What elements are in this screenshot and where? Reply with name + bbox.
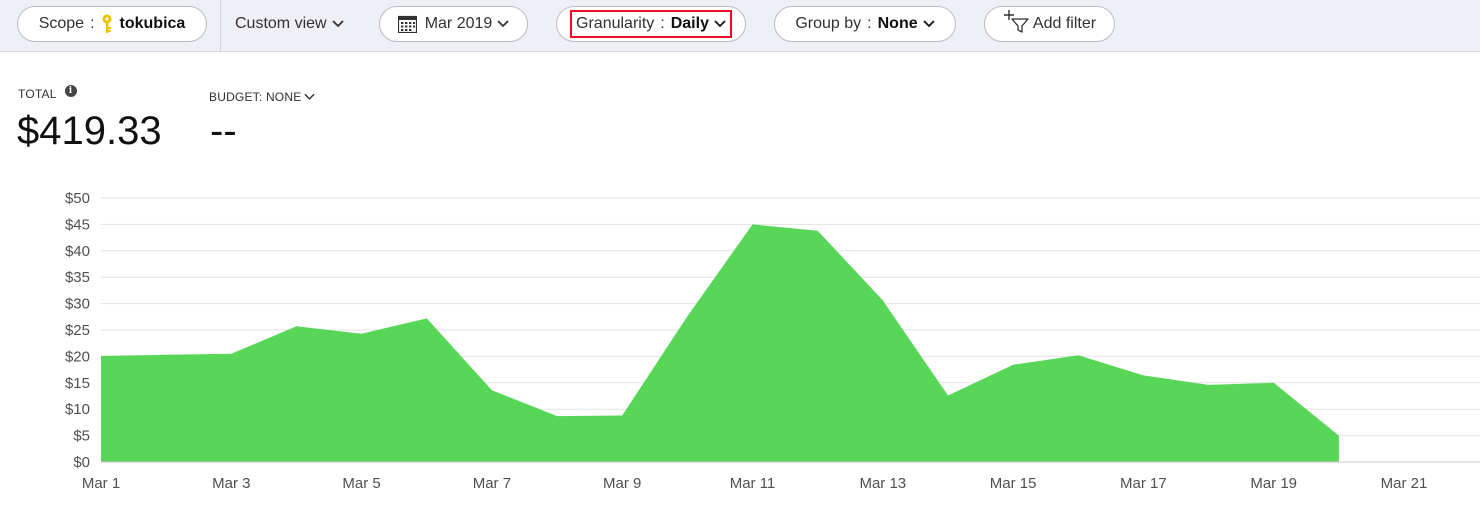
- chevron-down-icon: [922, 20, 935, 28]
- y-tick-label: $30: [65, 296, 90, 313]
- y-tick-label: $45: [65, 216, 90, 233]
- chevron-down-icon: [304, 93, 316, 100]
- x-tick-label: Mar 21: [1381, 475, 1428, 492]
- total-label: TOTAL i: [18, 85, 77, 101]
- x-tick-label: Mar 19: [1250, 475, 1297, 492]
- group-by-separator: :: [867, 15, 872, 32]
- date-picker-button[interactable]: Mar 2019: [379, 6, 528, 42]
- key-icon: [101, 14, 113, 34]
- info-icon[interactable]: i: [64, 85, 77, 97]
- y-tick-label: $50: [65, 190, 90, 207]
- group-by-button[interactable]: Group by : None: [774, 6, 956, 42]
- y-tick-label: $40: [65, 243, 90, 260]
- budget-dropdown[interactable]: BUDGET: NONE: [209, 90, 316, 104]
- granularity-button[interactable]: Granularity : Daily: [556, 6, 746, 42]
- budget-value: --: [210, 109, 237, 153]
- custom-view-button[interactable]: Custom view: [235, 6, 344, 42]
- scope-button[interactable]: Scope : tokubica: [17, 6, 207, 42]
- group-by-label: Group by: [795, 15, 862, 32]
- scope-label: Scope: [38, 15, 85, 32]
- granularity-value: Daily: [670, 15, 709, 32]
- total-label-text: TOTAL: [18, 87, 57, 101]
- x-tick-label: Mar 17: [1120, 475, 1167, 492]
- add-filter-label: Add filter: [1032, 15, 1097, 32]
- x-tick-label: Mar 11: [730, 475, 776, 492]
- granularity-label: Granularity: [576, 15, 655, 32]
- y-tick-label: $5: [73, 428, 90, 445]
- y-tick-label: $0: [73, 454, 90, 471]
- x-tick-label: Mar 7: [473, 475, 511, 492]
- x-tick-label: Mar 15: [990, 475, 1037, 492]
- x-tick-label: Mar 3: [212, 475, 250, 492]
- toolbar-divider: [220, 0, 221, 51]
- chevron-down-icon: [497, 20, 509, 28]
- y-tick-label: $10: [65, 401, 90, 418]
- granularity-separator: :: [660, 15, 665, 32]
- add-filter-button[interactable]: Add filter: [984, 6, 1115, 42]
- x-tick-label: Mar 13: [859, 475, 906, 492]
- scope-separator: :: [90, 15, 95, 32]
- chevron-down-icon: [331, 20, 344, 28]
- toolbar: Scope : tokubica Custom view Mar 2019 Gr…: [0, 0, 1480, 52]
- x-tick-label: Mar 5: [342, 475, 380, 492]
- y-tick-label: $35: [65, 269, 90, 286]
- budget-label: BUDGET: NONE: [209, 90, 302, 104]
- x-tick-label: Mar 9: [603, 475, 641, 492]
- y-tick-label: $20: [65, 348, 90, 365]
- add-filter-icon: [1003, 9, 1030, 33]
- cost-area-chart: $0 $5 $10 $15 $20 $25 $30 $35 $40 $45 $50 Mar 1 Mar …: [65, 190, 1480, 492]
- group-by-value: None: [877, 15, 918, 32]
- y-tick-label: $25: [65, 322, 90, 339]
- x-tick-label: Mar 1: [82, 475, 120, 492]
- total-value: $419.33: [17, 109, 162, 153]
- chevron-down-icon: [714, 20, 726, 28]
- granularity-highlight: Granularity : Daily: [570, 10, 732, 38]
- y-tick-label: $15: [65, 375, 90, 392]
- cost-area-series: [101, 224, 1339, 462]
- date-label: Mar 2019: [424, 15, 493, 32]
- calendar-icon: [397, 15, 417, 33]
- scope-value: tokubica: [119, 15, 186, 32]
- custom-view-label: Custom view: [235, 15, 327, 32]
